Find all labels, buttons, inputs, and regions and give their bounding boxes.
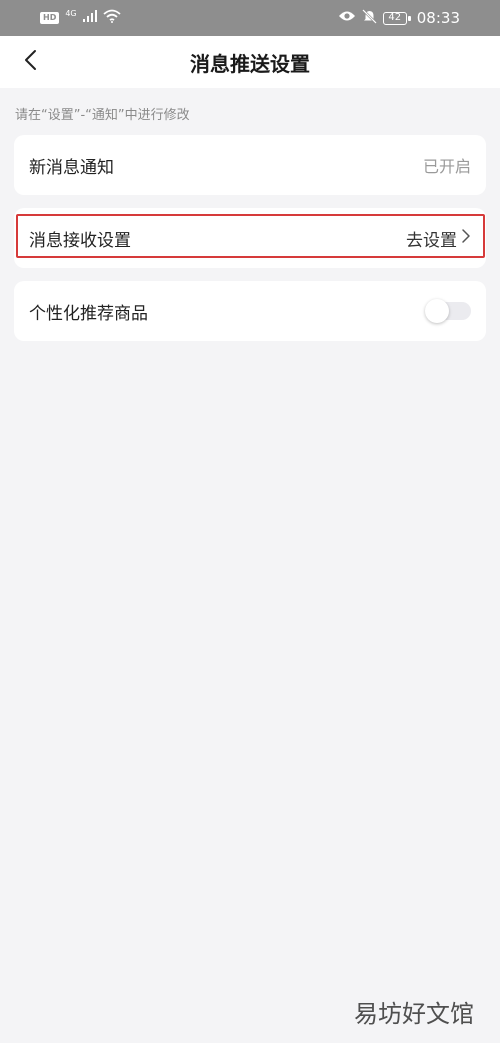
row-status: 已开启 (422, 157, 471, 176)
clock: 08:33 (416, 9, 460, 27)
go-settings-label: 去设置 (406, 230, 457, 251)
network-type: 4G (65, 9, 77, 18)
eye-icon (338, 10, 356, 26)
row-label: 新消息通知 (29, 157, 114, 178)
personalized-recommendation-toggle[interactable] (425, 299, 471, 323)
watermark: 易坊好文馆 (354, 1000, 474, 1028)
settings-hint: 请在“设置”-“通知”中进行修改 (15, 108, 190, 123)
page-title: 消息推送设置 (190, 51, 310, 76)
chevron-left-icon (23, 49, 37, 75)
row-label: 个性化推荐商品 (29, 303, 148, 324)
status-right: 42 08:33 (338, 8, 460, 28)
battery-icon: 42 (382, 11, 411, 25)
toggle-knob (425, 299, 449, 323)
status-left: HD 4G (40, 9, 121, 27)
signal-icon (82, 10, 97, 26)
hd-badge: HD (40, 12, 60, 24)
status-bar: HD 4G 42 08:33 (0, 0, 500, 36)
new-message-notification-row[interactable]: 新消息通知 已开启 (14, 135, 486, 195)
wifi-icon (103, 9, 121, 27)
chevron-right-icon (461, 228, 471, 249)
message-receive-settings-row[interactable]: 消息接收设置 去设置 (14, 208, 486, 268)
navigation-bar: 消息推送设置 (0, 36, 500, 88)
personalized-recommendation-row: 个性化推荐商品 (14, 281, 486, 341)
mute-notification-icon (361, 8, 377, 28)
go-settings-link[interactable]: 去设置 (406, 226, 471, 251)
back-button[interactable] (12, 44, 48, 80)
row-label: 消息接收设置 (29, 230, 131, 251)
